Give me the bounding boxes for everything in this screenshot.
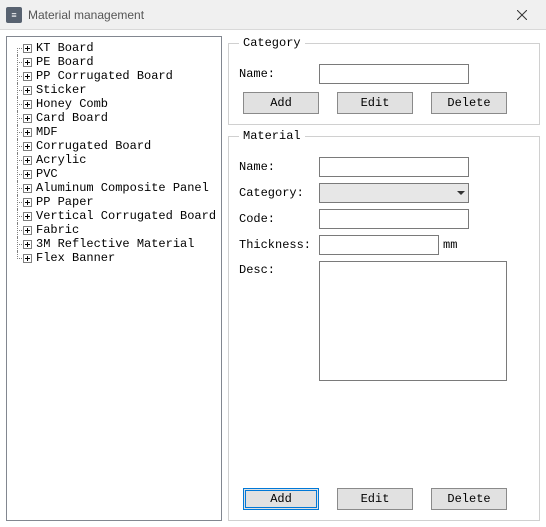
tree-item-label: MDF [36,125,58,139]
title-bar: ≡ Material management [0,0,546,30]
tree-item-label: Honey Comb [36,97,108,111]
expand-icon[interactable] [23,240,32,249]
tree-line-icon [13,209,23,223]
material-thickness-input[interactable] [319,235,439,255]
thickness-unit: mm [443,238,457,252]
tree-item[interactable]: MDF [9,125,219,139]
tree-item[interactable]: Honey Comb [9,97,219,111]
expand-icon[interactable] [23,58,32,67]
tree-line-icon [13,237,23,251]
tree-item-label: Card Board [36,111,108,125]
tree-item-label: Vertical Corrugated Board [36,209,216,223]
category-add-button[interactable]: Add [243,92,319,114]
tree-item-label: 3M Reflective Material [36,237,194,251]
tree-line-icon [13,125,23,139]
tree-item[interactable]: Card Board [9,111,219,125]
material-thickness-label: Thickness: [239,238,319,252]
material-code-label: Code: [239,212,319,226]
tree-item[interactable]: Corrugated Board [9,139,219,153]
tree-line-icon [13,139,23,153]
expand-icon[interactable] [23,86,32,95]
tree-item[interactable]: PE Board [9,55,219,69]
category-name-input[interactable] [319,64,469,84]
expand-icon[interactable] [23,170,32,179]
tree-item-label: PP Paper [36,195,94,209]
material-category-select[interactable] [319,183,469,203]
expand-icon[interactable] [23,72,32,81]
chevron-down-icon [457,191,465,195]
material-legend: Material [239,129,305,143]
tree-item-label: Flex Banner [36,251,115,265]
tree-item[interactable]: PVC [9,167,219,181]
tree-item[interactable]: Vertical Corrugated Board [9,209,219,223]
material-name-input[interactable] [319,157,469,177]
close-button[interactable] [502,5,542,25]
tree-item[interactable]: Flex Banner [9,251,219,265]
material-edit-button[interactable]: Edit [337,488,413,510]
tree-item-label: Aluminum Composite Panel [36,181,209,195]
expand-icon[interactable] [23,156,32,165]
tree-item-label: PE Board [36,55,94,69]
category-name-label: Name: [239,67,319,81]
category-edit-button[interactable]: Edit [337,92,413,114]
app-icon: ≡ [6,7,22,23]
tree-item[interactable]: KT Board [9,41,219,55]
category-group: Category Name: Add Edit Delete [228,36,540,125]
category-delete-button[interactable]: Delete [431,92,507,114]
material-category-label: Category: [239,186,319,200]
material-name-label: Name: [239,160,319,174]
tree-item-label: KT Board [36,41,94,55]
tree-line-icon [13,153,23,167]
tree-line-icon [13,41,23,55]
material-group: Material Name: Category: Code: [228,129,540,521]
expand-icon[interactable] [23,100,32,109]
tree-line-icon [13,55,23,69]
material-delete-button[interactable]: Delete [431,488,507,510]
tree-item[interactable]: Acrylic [9,153,219,167]
expand-icon[interactable] [23,142,32,151]
category-legend: Category [239,36,305,50]
tree-line-icon [13,223,23,237]
tree-item[interactable]: Aluminum Composite Panel [9,181,219,195]
expand-icon[interactable] [23,254,32,263]
material-add-button[interactable]: Add [243,488,319,510]
tree-item-label: Corrugated Board [36,139,151,153]
tree-item-label: PP Corrugated Board [36,69,173,83]
tree-item[interactable]: PP Paper [9,195,219,209]
tree-item[interactable]: 3M Reflective Material [9,237,219,251]
expand-icon[interactable] [23,198,32,207]
material-desc-label: Desc: [239,261,319,277]
material-desc-input[interactable] [319,261,507,381]
expand-icon[interactable] [23,44,32,53]
tree-item[interactable]: PP Corrugated Board [9,69,219,83]
tree-line-icon [13,111,23,125]
tree-line-icon [13,69,23,83]
category-tree[interactable]: KT BoardPE BoardPP Corrugated BoardStick… [6,36,222,521]
material-code-input[interactable] [319,209,469,229]
tree-line-icon [13,181,23,195]
tree-item[interactable]: Fabric [9,223,219,237]
expand-icon[interactable] [23,184,32,193]
tree-line-icon [13,167,23,181]
expand-icon[interactable] [23,212,32,221]
tree-line-icon [13,83,23,97]
expand-icon[interactable] [23,128,32,137]
tree-item-label: PVC [36,167,58,181]
expand-icon[interactable] [23,226,32,235]
window-title: Material management [28,8,144,22]
tree-item-label: Acrylic [36,153,86,167]
close-icon [517,10,527,20]
tree-line-icon [13,97,23,111]
tree-item[interactable]: Sticker [9,83,219,97]
tree-line-icon [13,251,23,265]
expand-icon[interactable] [23,114,32,123]
tree-item-label: Sticker [36,83,86,97]
tree-item-label: Fabric [36,223,79,237]
tree-line-icon [13,195,23,209]
